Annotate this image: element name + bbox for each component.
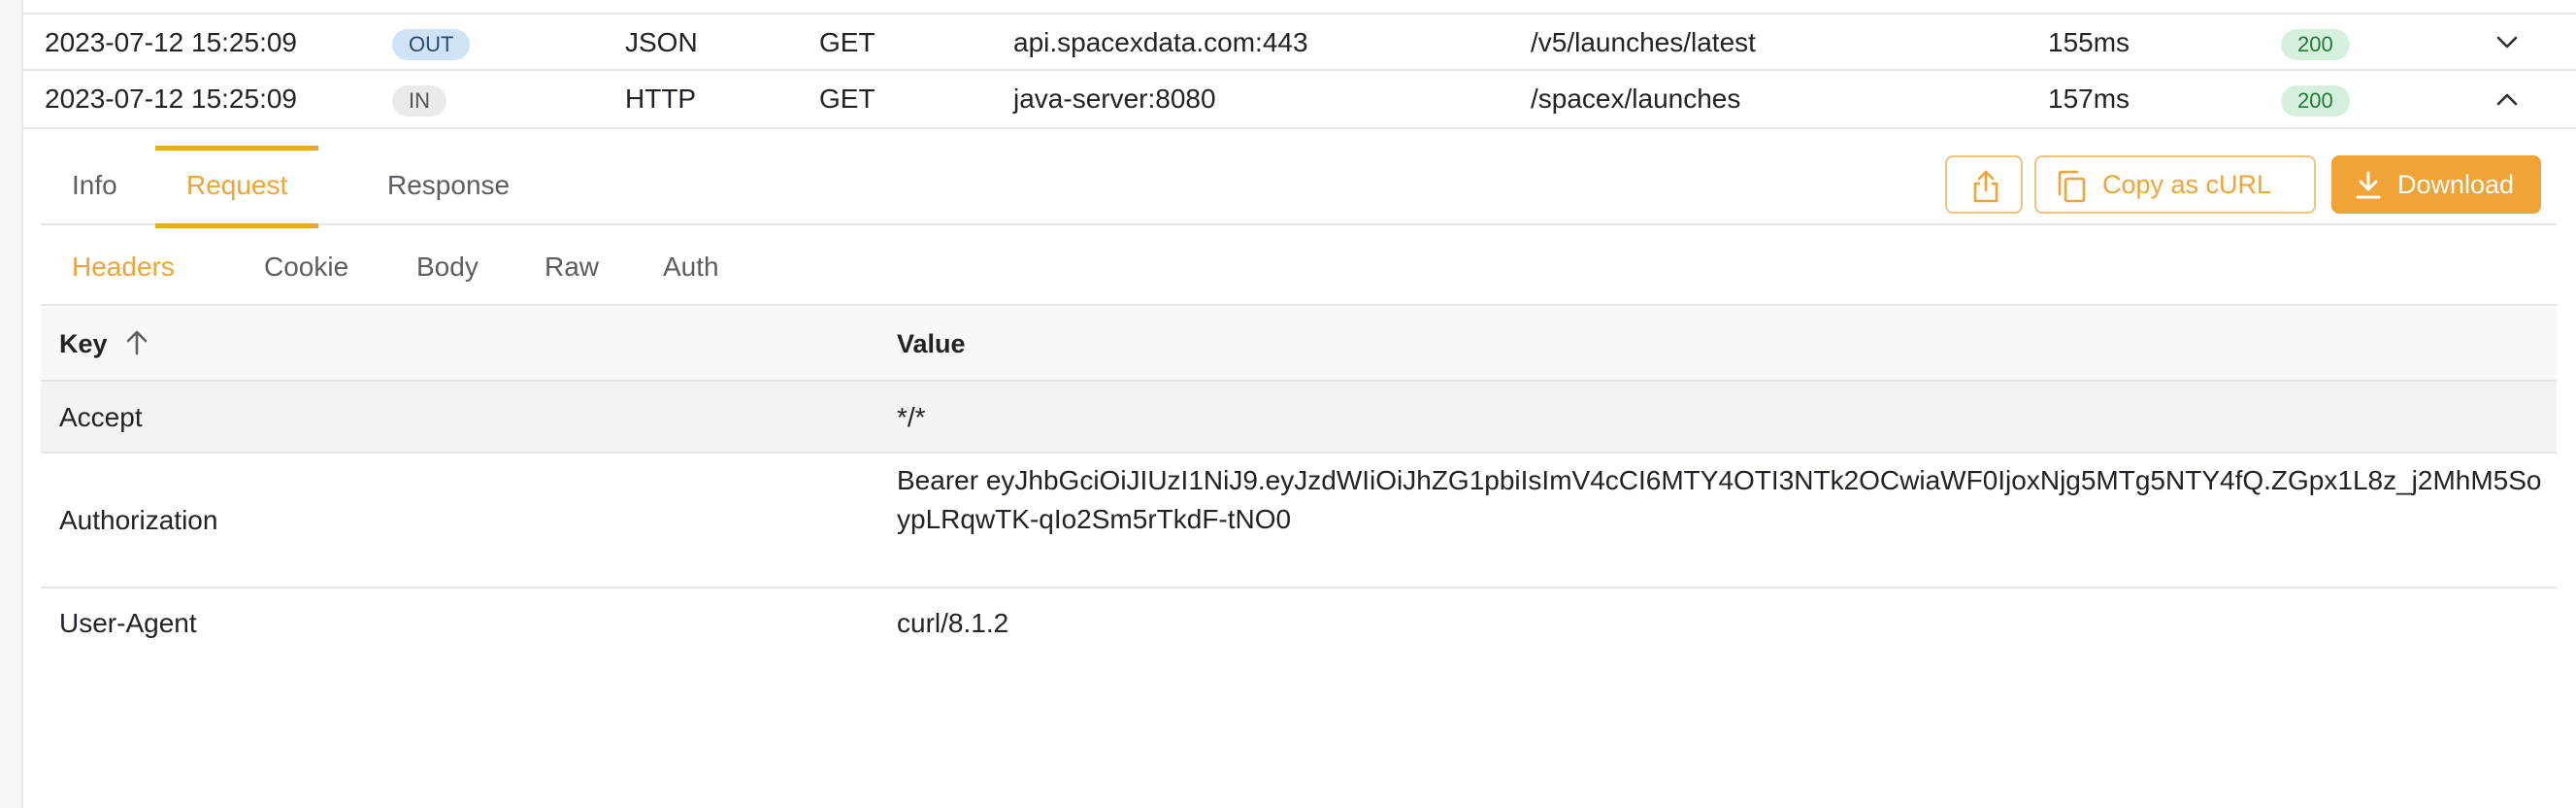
download-label: Download [2397, 170, 2515, 199]
log-row[interactable]: 2023-07-12 15:25:09 IN HTTP GET java-ser… [23, 71, 2576, 129]
request-subtabbar: Headers Cookie Body Raw Auth [41, 227, 2557, 306]
chevron-down-icon [2496, 36, 2518, 48]
detail-tabbar: Info Request Response Copy as cURL Downl… [41, 131, 2557, 228]
subtab-raw[interactable]: Raw [545, 227, 599, 306]
copy-as-curl-button[interactable]: Copy as cURL [2034, 155, 2316, 214]
header-value: Bearer eyJhbGciOiJIUzI1NiJ9.eyJzdWIiOiJh… [897, 465, 2542, 534]
tab-request[interactable]: Request [155, 146, 319, 228]
path: /spacex/launches [1531, 84, 1741, 114]
key-header-label: Key [59, 329, 108, 358]
http-log-panel: 2023-07-12 15:25:09 OUT JSON GET api.spa… [21, 0, 2576, 808]
duration: 155ms [2048, 27, 2130, 57]
tab-info[interactable]: Info [41, 146, 149, 225]
status-cell: 200 [2281, 71, 2350, 127]
subtab-auth[interactable]: Auth [663, 227, 719, 306]
header-value: */* [897, 402, 926, 432]
status-badge: 200 [2281, 84, 2350, 117]
direction-cell: IN [392, 71, 446, 127]
table-row: Authorization Bearer eyJhbGciOiJIUzI1NiJ… [41, 454, 2557, 589]
header-value: curl/8.1.2 [897, 608, 1009, 638]
request-detail-panel: Info Request Response Copy as cURL Downl… [41, 131, 2557, 808]
copy-as-curl-label: Copy as cURL [2102, 170, 2272, 199]
download-icon [2356, 171, 2381, 199]
row-expand-toggle[interactable] [2496, 15, 2531, 71]
table-header: Key Value [41, 307, 2557, 382]
protocol: HTTP [625, 84, 697, 114]
subtab-headers[interactable]: Headers [72, 227, 175, 306]
key-column-header[interactable]: Key [59, 307, 149, 382]
chevron-up-icon [2496, 93, 2518, 105]
arrow-up-icon [126, 331, 148, 355]
share-icon [1973, 170, 1998, 203]
direction-badge: OUT [392, 28, 471, 60]
header-key: Accept [59, 402, 143, 432]
header-key: Authorization [59, 505, 218, 535]
subtab-cookie[interactable]: Cookie [264, 227, 348, 306]
method: GET [819, 27, 875, 57]
path: /v5/launches/latest [1531, 27, 1756, 57]
log-row[interactable]: 2023-07-12 15:25:09 OUT JSON GET api.spa… [23, 13, 2576, 71]
direction-cell: OUT [392, 15, 471, 71]
value-column-header: Value [897, 329, 966, 358]
table-row: Accept */* [41, 382, 2557, 454]
header-key: User-Agent [59, 608, 197, 638]
table-row: User-Agent curl/8.1.2 [41, 589, 2557, 660]
timestamp: 2023-07-12 15:25:09 [45, 27, 297, 57]
host: java-server:8080 [1013, 84, 1216, 114]
row-collapse-toggle[interactable] [2496, 71, 2531, 127]
status-badge: 200 [2281, 28, 2350, 60]
copy-icon [2058, 170, 2086, 203]
direction-badge: IN [392, 84, 446, 117]
download-button[interactable]: Download [2331, 155, 2541, 214]
timestamp: 2023-07-12 15:25:09 [45, 84, 297, 114]
subtab-body[interactable]: Body [416, 227, 479, 306]
protocol: JSON [625, 27, 698, 57]
duration: 157ms [2048, 84, 2130, 114]
share-button[interactable] [1945, 155, 2023, 214]
host: api.spacexdata.com:443 [1013, 27, 1308, 57]
method: GET [819, 84, 875, 114]
tab-response[interactable]: Response [356, 146, 541, 225]
status-cell: 200 [2281, 15, 2350, 71]
